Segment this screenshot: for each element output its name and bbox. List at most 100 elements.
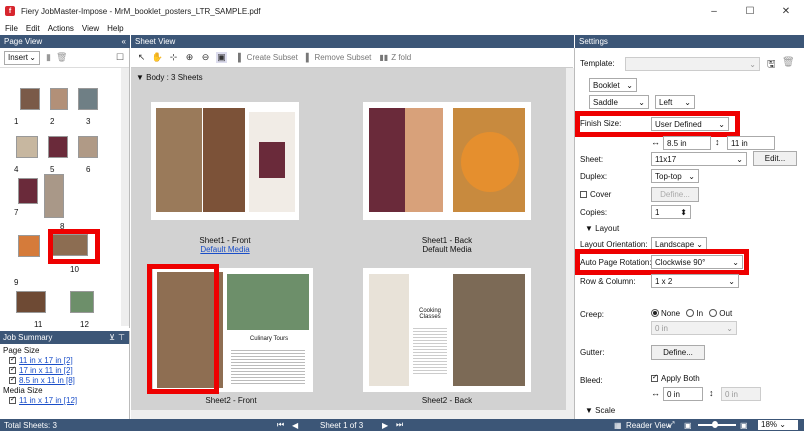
gutter-define-button[interactable]: Define... xyxy=(651,345,705,360)
checkbox-icon[interactable] xyxy=(9,395,16,405)
sheet-view-scrollbar[interactable] xyxy=(566,68,574,410)
triangle-down-icon[interactable]: ▼ xyxy=(585,224,593,233)
pin-icon[interactable]: ⊤ xyxy=(118,333,125,342)
first-sheet-icon[interactable]: ⏮ xyxy=(277,420,284,430)
page-thumbnail-2[interactable] xyxy=(50,88,68,110)
zoom-in-icon[interactable]: ▣ xyxy=(740,421,748,430)
creep-value: 0 in xyxy=(655,323,668,333)
finish-height-input[interactable]: 11 in xyxy=(727,136,775,150)
checkbox-icon[interactable] xyxy=(9,375,16,385)
title-bar: f Fiery JobMaster-Impose - MrM_booklet_p… xyxy=(0,0,804,22)
remove-subset-button[interactable]: ▌ Remove Subset xyxy=(306,53,372,62)
duplex-dropdown[interactable]: Top-top ⌄ xyxy=(651,169,699,183)
page-thumbnail-1[interactable] xyxy=(20,88,40,110)
media-link[interactable]: Default Media xyxy=(165,245,285,254)
cover-checkbox[interactable] xyxy=(580,191,587,198)
last-sheet-icon[interactable]: ⏭ xyxy=(396,420,403,430)
trash-icon[interactable]: 🗑 xyxy=(56,52,67,63)
menu-edit[interactable]: Edit xyxy=(26,24,40,33)
menu-help[interactable]: Help xyxy=(107,24,123,33)
sheet-image xyxy=(369,274,409,386)
copies-input[interactable]: 1 ⬍ xyxy=(651,205,691,219)
sheet2-back[interactable]: Cooking Classes xyxy=(363,268,531,392)
auto-rotation-highlight xyxy=(575,249,749,275)
page-size-link[interactable]: 17 in x 11 in [2] xyxy=(19,366,73,375)
reader-view-label[interactable]: Reader View xyxy=(626,421,672,430)
page-thumbnail-8[interactable] xyxy=(44,174,64,218)
maximize-button[interactable]: ☐ xyxy=(732,0,768,22)
binding-side-dropdown[interactable]: Left ⌄ xyxy=(655,95,695,109)
page-number: 1 xyxy=(14,117,19,126)
pointer-icon[interactable]: ↖ xyxy=(136,52,147,63)
template-dropdown[interactable]: ⌄ xyxy=(625,57,760,71)
page-thumbnail-4[interactable] xyxy=(16,136,38,158)
sheet-image xyxy=(369,108,405,212)
insert-dropdown[interactable]: Insert ⌄ xyxy=(4,50,40,65)
page-icon[interactable]: ☐ xyxy=(116,52,124,63)
chevron-down-icon: ⌄ xyxy=(736,154,743,164)
zoom-dropdown[interactable]: 18% ⌄ xyxy=(758,420,798,430)
page-thumbnail-3[interactable] xyxy=(78,88,98,110)
edit-sheet-button[interactable]: Edit... xyxy=(753,151,797,166)
hand-icon[interactable]: ✋ xyxy=(152,52,163,63)
sheet-image xyxy=(156,108,202,212)
zoom-slider-handle[interactable] xyxy=(712,421,718,428)
create-subset-button[interactable]: ▌ Create Subset xyxy=(238,53,298,62)
sheet-dropdown[interactable]: 11x17 ⌄ xyxy=(651,152,747,166)
cover-define-button[interactable]: Define... xyxy=(651,187,699,202)
reader-view-icon[interactable]: ▦ xyxy=(614,421,622,430)
finish-size-highlight xyxy=(575,111,740,137)
saddle-dropdown[interactable]: Saddle ⌄ xyxy=(589,95,649,109)
sheet-view-hscrollbar[interactable] xyxy=(131,410,574,419)
copies-value: 1 xyxy=(655,207,660,217)
page-thumbnail-12[interactable] xyxy=(70,291,94,313)
page-thumbnail-9[interactable] xyxy=(18,235,40,257)
page-thumbnail-5[interactable] xyxy=(48,136,68,158)
crop-icon[interactable]: ⊹ xyxy=(168,52,179,63)
bookmark-icon[interactable]: ▮ xyxy=(46,52,51,63)
collapse-icon[interactable]: « xyxy=(122,37,126,46)
menu-actions[interactable]: Actions xyxy=(48,24,74,33)
minimize-button[interactable]: – xyxy=(696,0,732,22)
booklet-dropdown[interactable]: Booklet ⌄ xyxy=(589,78,637,92)
page-thumbnail-6[interactable] xyxy=(78,136,98,158)
creep-value-input[interactable]: 0 in ⌄ xyxy=(651,321,737,335)
filter-icon[interactable]: ⊻ xyxy=(109,333,115,342)
prev-sheet-icon[interactable]: ◀ xyxy=(292,421,298,430)
menu-file[interactable]: File xyxy=(5,24,18,33)
page-view-scrollbar[interactable] xyxy=(121,68,129,326)
bleed-input-1[interactable]: 0 in xyxy=(663,387,703,401)
save-template-icon[interactable]: 🖫 xyxy=(767,57,776,74)
media-size-link[interactable]: 11 in x 17 in [12] xyxy=(19,396,77,405)
next-sheet-icon[interactable]: ▶ xyxy=(382,421,388,430)
body-section-label[interactable]: ▼ Body : 3 Sheets xyxy=(136,73,203,82)
finish-width-input[interactable]: 8.5 in xyxy=(663,136,711,150)
z-fold-button[interactable]: ▮▮ Z fold xyxy=(379,53,411,62)
close-button[interactable]: ✕ xyxy=(768,0,804,22)
row-column-dropdown[interactable]: 1 x 2 ⌄ xyxy=(651,274,739,288)
fit-icon[interactable]: ⤢ xyxy=(668,420,674,430)
checkbox-icon[interactable] xyxy=(9,365,16,375)
zoom-out-icon[interactable]: ⊖ xyxy=(200,52,211,63)
bleed-input-2[interactable]: 0 in xyxy=(721,387,761,401)
sheet1-front[interactable] xyxy=(151,102,299,220)
menu-view[interactable]: View xyxy=(82,24,99,33)
creep-in-radio[interactable] xyxy=(686,309,695,317)
checkbox-icon[interactable] xyxy=(9,355,16,365)
stepper-icon[interactable]: ⬍ xyxy=(680,208,687,217)
sheet1-back[interactable] xyxy=(363,102,531,220)
triangle-down-icon[interactable]: ▼ xyxy=(585,406,593,415)
trash-icon[interactable]: 🗑 xyxy=(782,57,795,68)
sheet-caption: Sheet2 - Back xyxy=(421,396,473,405)
creep-out-radio[interactable] xyxy=(709,309,718,317)
zoom-in-icon[interactable]: ⊕ xyxy=(184,52,195,63)
creep-none-radio[interactable] xyxy=(651,309,659,317)
page-thumbnail-7[interactable] xyxy=(18,178,38,204)
save-icon[interactable]: ▣ xyxy=(216,52,227,63)
sheet-canvas[interactable]: ▼ Body : 3 Sheets Sheet1 - Front Default… xyxy=(131,68,566,410)
page-thumbnail-11[interactable] xyxy=(16,291,46,313)
zoom-out-icon[interactable]: ▣ xyxy=(684,421,692,430)
apply-both-checkbox[interactable] xyxy=(651,373,658,382)
page-size-link[interactable]: 8.5 in x 11 in [8] xyxy=(19,376,75,385)
page-size-link[interactable]: 11 in x 17 in [2] xyxy=(19,356,73,365)
